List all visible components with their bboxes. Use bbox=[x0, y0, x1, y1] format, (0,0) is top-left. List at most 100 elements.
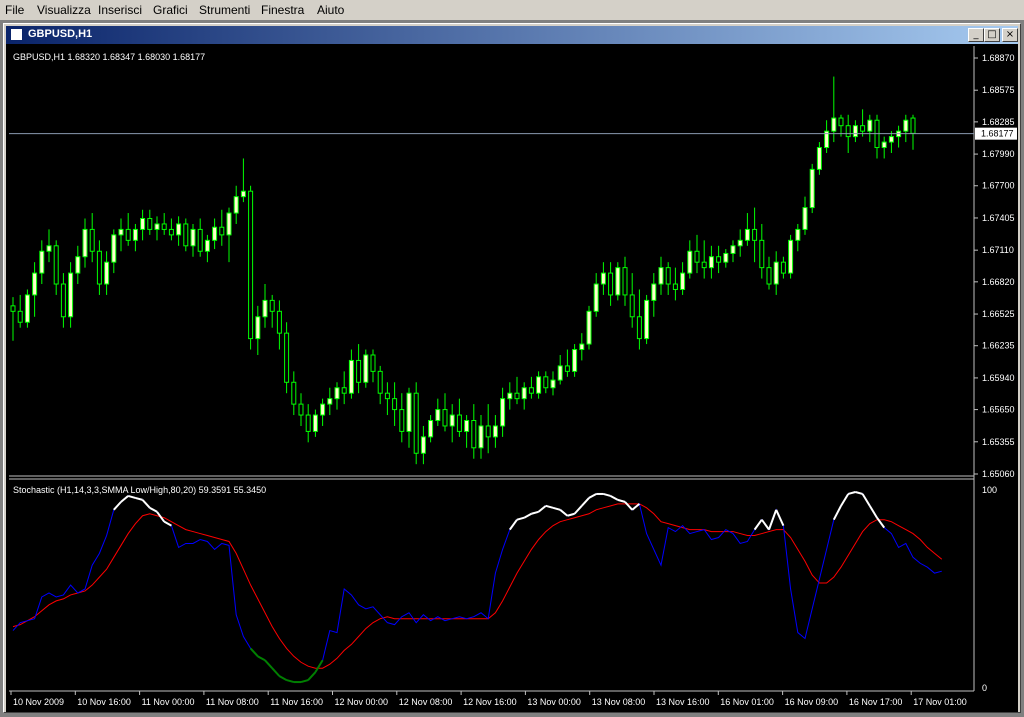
candle-body bbox=[10, 305, 16, 312]
candle-body bbox=[680, 272, 686, 290]
stochastic-axis-label: 100 bbox=[982, 485, 997, 495]
candle-body bbox=[348, 359, 354, 394]
time-tick-label: 11 Nov 00:00 bbox=[142, 697, 195, 707]
candle-body bbox=[910, 117, 916, 134]
price-tick-label: 1.67110 bbox=[982, 245, 1014, 255]
candle-body bbox=[449, 414, 455, 427]
candle-body bbox=[312, 414, 318, 432]
candle-body bbox=[104, 261, 110, 285]
menu-visualizza[interactable]: Visualizza bbox=[37, 3, 91, 17]
candle-body bbox=[579, 343, 585, 351]
stochastic-axis-label: 0 bbox=[982, 683, 987, 693]
candle-body bbox=[651, 283, 657, 301]
candle-body bbox=[564, 365, 570, 372]
candle-body bbox=[39, 250, 45, 274]
price-tick-label: 1.67700 bbox=[982, 181, 1015, 191]
candle-body bbox=[161, 223, 167, 230]
price-tick-label: 1.65060 bbox=[982, 469, 1015, 479]
price-panel-info: GBPUSD,H1 1.68320 1.68347 1.68030 1.6817… bbox=[13, 52, 205, 62]
candle-body bbox=[644, 299, 650, 340]
candle-body bbox=[737, 239, 743, 247]
candle-body bbox=[327, 398, 333, 405]
time-tick-label: 11 Nov 16:00 bbox=[270, 697, 323, 707]
candle-body bbox=[586, 310, 592, 345]
candle-body bbox=[435, 409, 441, 421]
candle-body bbox=[219, 226, 225, 236]
time-tick-label: 16 Nov 01:00 bbox=[720, 697, 774, 707]
candle-body bbox=[233, 196, 239, 214]
candle-body bbox=[111, 234, 117, 263]
candle-body bbox=[154, 223, 160, 230]
candle-body bbox=[608, 272, 614, 296]
candle-body bbox=[759, 239, 765, 269]
candle-body bbox=[816, 147, 822, 170]
candle-body bbox=[60, 283, 66, 318]
candle-body bbox=[788, 239, 794, 274]
candle-body bbox=[276, 310, 282, 334]
candle-body bbox=[550, 379, 556, 389]
candle-body bbox=[212, 226, 218, 241]
price-tick-label: 1.66820 bbox=[982, 277, 1015, 287]
candle-body bbox=[384, 392, 390, 400]
candle-body bbox=[852, 125, 858, 138]
candle-body bbox=[269, 299, 275, 312]
candle-body bbox=[413, 392, 419, 454]
menu-finestra[interactable]: Finestra bbox=[261, 3, 304, 17]
candle-body bbox=[600, 272, 606, 285]
candle-body bbox=[845, 125, 851, 138]
time-tick-label: 12 Nov 16:00 bbox=[463, 697, 517, 707]
candle-body bbox=[708, 256, 714, 269]
price-tick-label: 1.65940 bbox=[982, 373, 1015, 383]
candle-body bbox=[428, 419, 434, 438]
candle-body bbox=[514, 392, 520, 400]
candle-body bbox=[240, 190, 246, 198]
candle-body bbox=[766, 267, 772, 285]
candle-body bbox=[262, 299, 268, 318]
menu-bar: File Visualizza Inserisci Grafici Strume… bbox=[0, 0, 1024, 20]
candle-body bbox=[68, 272, 74, 318]
time-tick-label: 16 Nov 17:00 bbox=[849, 697, 903, 707]
candle-body bbox=[442, 409, 448, 427]
candle-body bbox=[456, 414, 462, 432]
candle-body bbox=[399, 409, 405, 432]
candle-body bbox=[305, 414, 311, 432]
candle-body bbox=[730, 245, 736, 254]
candle-body bbox=[204, 239, 210, 252]
candle-body bbox=[557, 365, 563, 381]
candle-body bbox=[183, 223, 189, 247]
candle-body bbox=[176, 223, 182, 236]
chart-canvas[interactable]: 100 0 1.68870 1.68575 1.68285 1.67990 1.67700… bbox=[4, 24, 1020, 712]
price-tick-label: 1.66235 bbox=[982, 341, 1015, 351]
time-tick-label: 12 Nov 08:00 bbox=[399, 697, 453, 707]
candle-body bbox=[665, 267, 671, 285]
candle-body bbox=[528, 387, 534, 394]
menu-aiuto[interactable]: Aiuto bbox=[317, 3, 344, 17]
menu-strumenti[interactable]: Strumenti bbox=[199, 3, 250, 17]
candle-body bbox=[780, 261, 786, 274]
time-tick-label: 16 Nov 09:00 bbox=[785, 697, 839, 707]
candle-body bbox=[809, 168, 815, 209]
menu-inserisci[interactable]: Inserisci bbox=[98, 3, 142, 17]
menu-file[interactable]: File bbox=[5, 3, 24, 17]
candle-body bbox=[24, 294, 30, 323]
chart-window[interactable]: GBPUSD,H1 _ □ × 100 0 1.68870 1.68575 1.682… bbox=[3, 23, 1021, 713]
candle-body bbox=[82, 228, 88, 258]
menu-grafici[interactable]: Grafici bbox=[153, 3, 188, 17]
time-tick-label: 10 Nov 2009 bbox=[13, 697, 64, 707]
candle-body bbox=[471, 419, 477, 449]
time-tick-label: 13 Nov 00:00 bbox=[527, 697, 581, 707]
candle-body bbox=[370, 354, 376, 372]
time-tick-label: 13 Nov 16:00 bbox=[656, 697, 710, 707]
candle-body bbox=[838, 117, 844, 127]
price-tick-label: 1.68575 bbox=[982, 85, 1015, 95]
candle-body bbox=[478, 425, 484, 449]
candle-body bbox=[356, 359, 362, 383]
candle-body bbox=[96, 250, 102, 285]
current-price-label: 1.68177 bbox=[981, 129, 1014, 139]
candle-body bbox=[190, 228, 196, 247]
price-tick-label: 1.68870 bbox=[982, 53, 1015, 63]
time-tick-label: 10 Nov 16:00 bbox=[77, 697, 131, 707]
price-tick-label: 1.66525 bbox=[982, 309, 1015, 319]
candle-body bbox=[636, 316, 642, 340]
candle-body bbox=[860, 125, 866, 132]
